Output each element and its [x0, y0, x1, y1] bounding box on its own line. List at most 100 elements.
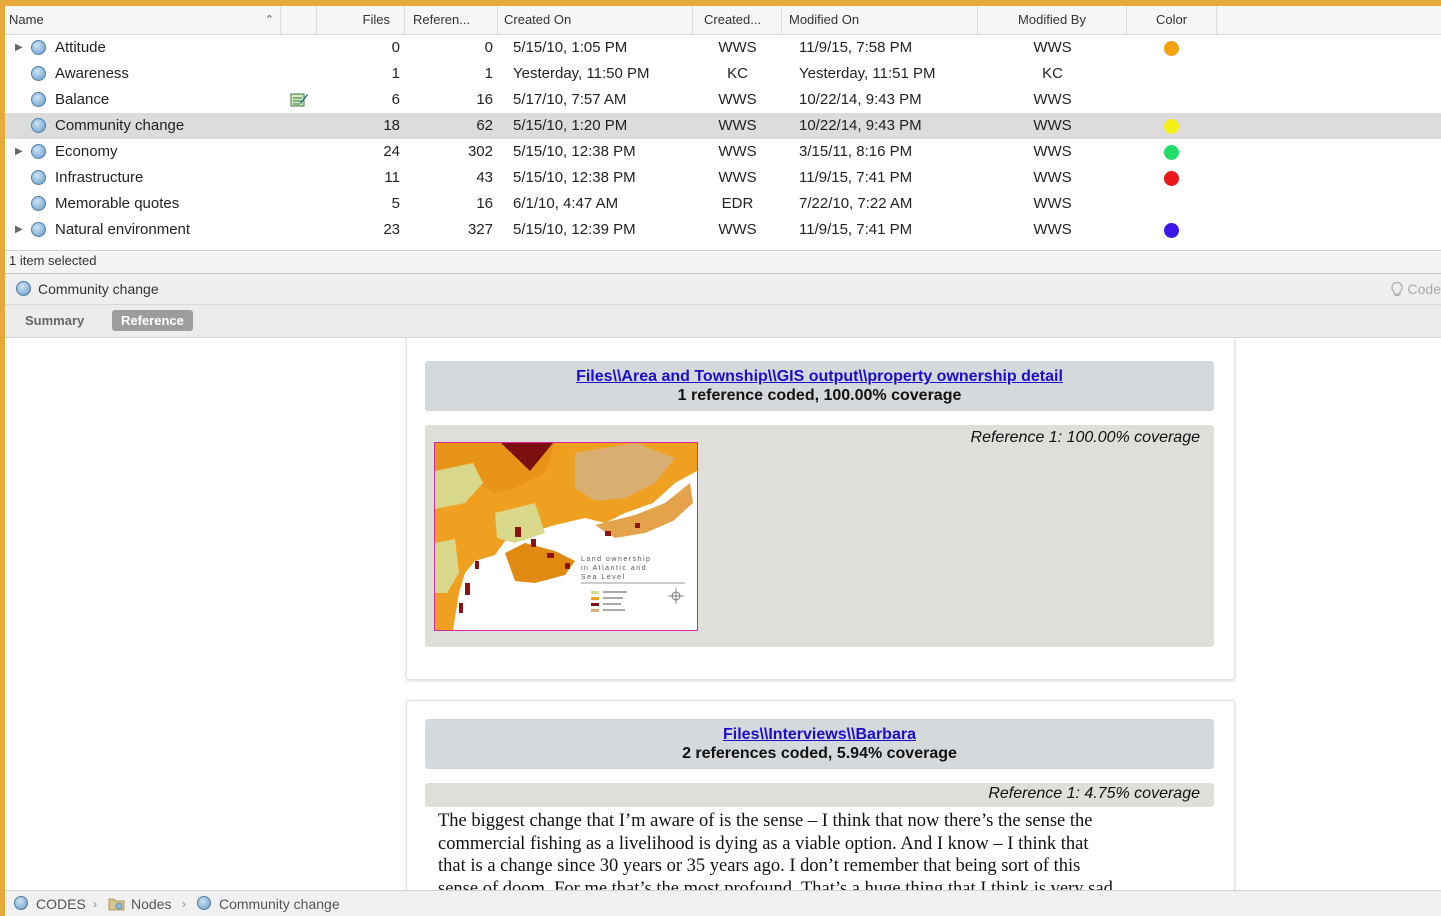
modified-on: 11/9/15, 7:41 PM: [799, 221, 913, 238]
map-title-line: Land ownership: [581, 556, 651, 563]
created-on: 6/1/10, 4:47 AM: [513, 195, 619, 212]
color-swatch: [1164, 145, 1179, 160]
modified-on: 10/22/14, 9:43 PM: [799, 91, 922, 108]
color-swatch: [1164, 41, 1179, 56]
detail-node-name: Community change: [38, 281, 159, 297]
node-row[interactable]: Balance 6 16 5/17/10, 7:57 AM WWS 10/22/14, 9…: [5, 87, 1441, 113]
node-icon: [197, 896, 211, 910]
tab-reference[interactable]: Reference: [112, 310, 193, 331]
created-by: WWS: [718, 39, 757, 56]
files-count: 18: [383, 117, 400, 134]
column-header-memo[interactable]: [281, 6, 317, 34]
coverage-summary: 1 reference coded, 100.00% coverage: [677, 387, 962, 404]
disclosure-triangle-icon[interactable]: ▶: [15, 217, 23, 243]
sort-ascending-icon[interactable]: ⌃: [265, 6, 274, 34]
modified-by: WWS: [1033, 221, 1072, 238]
reference-card: Files\\Interviews\\Barbara 2 references …: [406, 700, 1235, 890]
reference-view[interactable]: Files\\Area and Township\\GIS output\\pr…: [5, 338, 1441, 890]
code-button-label: Code: [1407, 281, 1441, 297]
quote-line: commercial fishing as a livelihood is dy…: [438, 833, 1089, 854]
created-on: 5/15/10, 12:38 PM: [513, 169, 636, 186]
node-name: Attitude: [55, 39, 106, 56]
node-name: Community change: [55, 117, 185, 134]
chevron-right-icon: ›: [182, 897, 186, 911]
map-title-line: Sea Level: [581, 574, 626, 581]
modified-on: 3/15/11, 8:16 PM: [799, 143, 913, 160]
breadcrumb-node-label: Community change: [219, 896, 340, 912]
created-on: 5/15/10, 12:39 PM: [513, 221, 636, 238]
map-title-line: in Atlantic and: [581, 565, 647, 572]
column-header-color[interactable]: Color: [1127, 6, 1217, 34]
source-link[interactable]: Files\\Area and Township\\GIS output\\pr…: [425, 368, 1214, 386]
node-row[interactable]: ▶ Natural environment 23 327 5/15/10, 12:39 …: [5, 217, 1441, 243]
column-header-modified-on[interactable]: Modified On: [782, 6, 978, 34]
node-name: Awareness: [55, 65, 129, 82]
column-header-created-by[interactable]: Created...: [693, 6, 782, 34]
tab-summary[interactable]: Summary: [16, 310, 93, 331]
created-on: 5/15/10, 1:05 PM: [513, 39, 628, 56]
node-icon: [31, 222, 46, 237]
source-link[interactable]: Files\\Interviews\\Barbara: [425, 726, 1214, 744]
node-name: Infrastructure: [55, 169, 144, 186]
quote-line: that is a change since 30 years or 35 ye…: [438, 856, 1081, 876]
column-header-modified-by[interactable]: Modified By: [978, 6, 1127, 34]
node-icon: [16, 281, 31, 296]
node-name: Economy: [55, 143, 118, 160]
lightbulb-icon: [1391, 281, 1403, 297]
map-image: Land ownership in Atlantic and Sea Level: [434, 442, 698, 631]
reference-text[interactable]: The biggest change that I’m aware of is …: [438, 810, 1198, 890]
files-count: 11: [384, 169, 400, 186]
files-count: 0: [391, 39, 400, 56]
reference-block: Reference 1: 4.75% coverage: [425, 783, 1214, 807]
node-icon: [31, 118, 46, 133]
column-header-references[interactable]: Referen...: [405, 6, 498, 34]
breadcrumb-nodes-label: Nodes: [131, 896, 172, 912]
modified-by: KC: [1042, 65, 1063, 82]
status-bar: 1 item selected: [5, 250, 1441, 274]
node-row[interactable]: Community change 18 62 5/15/10, 1:20 PM WWS 1…: [5, 113, 1441, 139]
color-swatch: [1164, 171, 1179, 186]
column-modified-by-label: Modified By: [1018, 12, 1086, 27]
modified-by: WWS: [1033, 91, 1072, 108]
memo-icon[interactable]: [290, 92, 308, 108]
color-swatch: [1164, 223, 1179, 238]
created-on: Yesterday, 11:50 PM: [513, 65, 650, 82]
files-count: 23: [383, 221, 400, 238]
created-by: WWS: [718, 91, 757, 108]
column-header-created-on[interactable]: Created On: [498, 6, 693, 34]
node-row[interactable]: Memorable quotes 5 16 6/1/10, 4:47 AM EDR 7/2…: [5, 191, 1441, 217]
references-count: 16: [476, 91, 493, 108]
reference-caption: Reference 1: 4.75% coverage: [988, 785, 1200, 802]
color-swatch: [1164, 119, 1179, 134]
column-name-label: Name: [9, 12, 44, 27]
node-row[interactable]: ▶ Economy 24 302 5/15/10, 12:38 PM WWS 3/15/11…: [5, 139, 1441, 165]
column-header-name[interactable]: Name ⌃: [5, 6, 281, 34]
node-row[interactable]: Awareness 1 1 Yesterday, 11:50 PM KC Yesterda…: [5, 61, 1441, 87]
column-modified-on-label: Modified On: [789, 12, 860, 27]
references-count: 62: [476, 117, 493, 134]
codes-icon: [14, 896, 28, 910]
node-icon: [31, 66, 46, 81]
reference-card: Files\\Area and Township\\GIS output\\pr…: [406, 338, 1235, 680]
node-row[interactable]: ▶ Attitude 0 0 5/15/10, 1:05 PM WWS 11/9/15, 7…: [5, 35, 1441, 61]
node-name: Natural environment: [55, 221, 191, 238]
column-header-files[interactable]: Files: [317, 6, 405, 34]
chevron-right-icon: ›: [93, 897, 97, 911]
references-count: 43: [476, 169, 493, 186]
references-count: 0: [484, 39, 493, 56]
node-icon: [31, 170, 46, 185]
code-button[interactable]: Code: [1390, 274, 1441, 304]
disclosure-triangle-icon[interactable]: ▶: [15, 35, 23, 61]
modified-by: WWS: [1033, 117, 1072, 134]
files-count: 1: [391, 65, 400, 82]
node-row[interactable]: Infrastructure 11 43 5/15/10, 12:38 PM WWS 11…: [5, 165, 1441, 191]
column-color-label: Color: [1155, 12, 1188, 27]
column-created-on-label: Created On: [504, 12, 572, 27]
references-count: 16: [476, 195, 493, 212]
node-name: Balance: [55, 91, 110, 108]
files-count: 24: [383, 143, 400, 160]
disclosure-triangle-icon[interactable]: ▶: [15, 139, 23, 165]
modified-on: 11/9/15, 7:58 PM: [799, 39, 913, 56]
files-count: 5: [391, 195, 400, 212]
node-icon: [31, 144, 46, 159]
